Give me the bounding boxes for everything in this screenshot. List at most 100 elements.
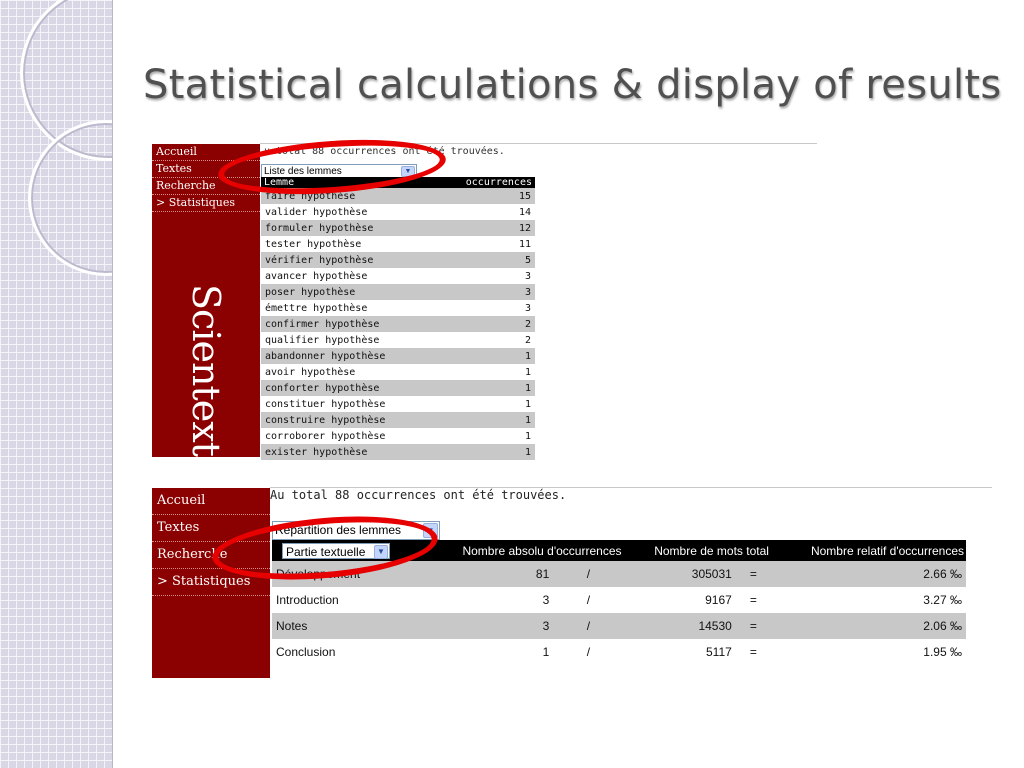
occurrence-count-cell: 12 [436,220,535,236]
column-header-absolute[interactable]: Nombre absolu d'occurrences [421,540,624,561]
total-words-cell: 9167 [623,587,736,613]
table-row[interactable]: émettre hypothèse 3 [261,300,535,316]
occurrence-count-cell: 1 [436,348,535,364]
table-row[interactable]: poser hypothèse 3 [261,284,535,300]
lemma-cell: exister hypothèse [261,444,437,460]
column-header-total[interactable]: Nombre de mots total [623,540,771,561]
total-words-cell: 14530 [623,613,736,639]
equals-cell: = [735,613,771,639]
occurrence-count-cell: 5 [436,252,535,268]
nav-item-recherche[interactable]: Recherche [152,542,270,569]
slide-title: Statistical calculations & display of re… [143,62,1002,108]
results-summary: Au total 88 occurrences ont été trouvées… [270,488,567,502]
select-value: Liste des lemmes [264,166,342,177]
nav-item-statistiques[interactable]: > Statistiques [152,569,270,596]
lemma-cell: valider hypothèse [261,204,437,220]
lemma-cell: confirmer hypothèse [261,316,437,332]
partition-select[interactable]: Partie textuelle ▼ [282,542,390,559]
lemma-cell: avancer hypothèse [261,268,437,284]
separator-cell: / [553,639,624,665]
column-header-occurrences[interactable]: occurrences [436,177,535,188]
occurrence-count-cell: 1 [436,396,535,412]
nav-item-statistiques[interactable]: > Statistiques [152,195,260,212]
select-value: Partie textuelle [286,544,366,559]
lemma-cell: tester hypothèse [261,236,437,252]
table-row[interactable]: valider hypothèse 14 [261,204,535,220]
occurrence-count-cell: 2 [436,316,535,332]
relative-frequency-cell: 1.95 ‰ [770,639,966,665]
table-row[interactable]: avoir hypothèse 1 [261,364,535,380]
nav-item-textes[interactable]: Textes [152,161,260,178]
column-header-partie: Partie textuelle ▼ [272,540,422,561]
table-row[interactable]: vérifier hypothèse 5 [261,252,535,268]
part-name-cell: Introduction [272,587,422,613]
separator-cell: / [553,561,624,587]
relative-frequency-cell: 2.66 ‰ [770,561,966,587]
part-name-cell: Conclusion [272,639,422,665]
table-row[interactable]: Notes 3/14530 = 2.06 ‰ [272,613,966,639]
chevron-down-icon[interactable]: ▼ [423,523,438,538]
table-row[interactable]: tester hypothèse 11 [261,236,535,252]
total-words-cell: 5117 [623,639,736,665]
nav-item-accueil[interactable]: Accueil [152,488,270,515]
column-header-relative[interactable]: Nombre relatif d'occurrences [770,540,966,561]
table-row[interactable]: formuler hypothèse 12 [261,220,535,236]
distribution-table: Partie textuelle ▼ Nombre absolu d'occur… [272,540,966,665]
occurrence-count-cell: 1 [436,412,535,428]
lemma-cell: abandonner hypothèse [261,348,437,364]
occurrence-count-cell: 14 [436,204,535,220]
table-row[interactable]: conforter hypothèse 1 [261,380,535,396]
table-row[interactable]: Introduction 3/9167 = 3.27 ‰ [272,587,966,613]
table-row[interactable]: construire hypothèse 1 [261,412,535,428]
table-header-row: Partie textuelle ▼ Nombre absolu d'occur… [272,540,966,561]
absolute-count-cell: 3 [421,613,554,639]
table-row[interactable]: exister hypothèse 1 [261,444,535,460]
table-header-row: Lemme occurrences [261,177,535,188]
table-row[interactable]: avancer hypothèse 3 [261,268,535,284]
decorative-strip [0,0,113,768]
nav-item-textes[interactable]: Textes [152,515,270,542]
chevron-down-icon[interactable]: ▼ [374,544,388,559]
separator-cell: / [553,613,624,639]
lemma-cell: faire hypothèse [261,188,437,204]
equals-cell: = [735,587,771,613]
occurrence-count-cell: 1 [436,444,535,460]
display-mode-select[interactable]: Répartition des lemmes ▼ [272,521,440,540]
nav-item-accueil[interactable]: Accueil [152,144,260,161]
divider-line [260,143,817,144]
nav-item-recherche[interactable]: Recherche [152,178,260,195]
decorative-ring [28,120,112,276]
occurrence-count-cell: 1 [436,380,535,396]
lemma-cell: qualifier hypothèse [261,332,437,348]
table-row[interactable]: abandonner hypothèse 1 [261,348,535,364]
lemma-cell: constituer hypothèse [261,396,437,412]
select-value: Répartition des lemmes [275,523,402,537]
part-name-cell: Notes [272,613,422,639]
table-row[interactable]: constituer hypothèse 1 [261,396,535,412]
table-row[interactable]: Conclusion 1/5117 = 1.95 ‰ [272,639,966,665]
bottom-screenshot: Accueil Textes Recherche > Statistiques … [152,487,992,678]
occurrence-count-cell: 15 [436,188,535,204]
table-row[interactable]: qualifier hypothèse 2 [261,332,535,348]
equals-cell: = [735,561,771,587]
total-words-cell: 305031 [623,561,736,587]
lemma-cell: avoir hypothèse [261,364,437,380]
occurrence-count-cell: 2 [436,332,535,348]
occurrence-count-cell: 1 [436,428,535,444]
lemma-table: Lemme occurrences faire hypothèse 15 valid… [261,177,535,460]
table-row[interactable]: corroborer hypothèse 1 [261,428,535,444]
table-row[interactable]: faire hypothèse 15 [261,188,535,204]
table-row[interactable]: Développement 81/305031 = 2.66 ‰ [272,561,966,587]
lemma-cell: construire hypothèse [261,412,437,428]
lemma-cell: vérifier hypothèse [261,252,437,268]
table-row[interactable]: confirmer hypothèse 2 [261,316,535,332]
column-header-lemme[interactable]: Lemme [261,177,437,188]
sidebar: Accueil Textes Recherche > Statistiques [152,488,270,678]
lemma-cell: émettre hypothèse [261,300,437,316]
occurrence-count-cell: 1 [436,364,535,380]
chevron-down-icon[interactable]: ▼ [401,166,415,177]
results-summary: u total 88 occurrences ont été trouvées. [264,146,505,157]
separator-cell: / [553,587,624,613]
relative-frequency-cell: 2.06 ‰ [770,613,966,639]
top-screenshot: Accueil Textes Recherche > Statistiques … [152,143,817,460]
